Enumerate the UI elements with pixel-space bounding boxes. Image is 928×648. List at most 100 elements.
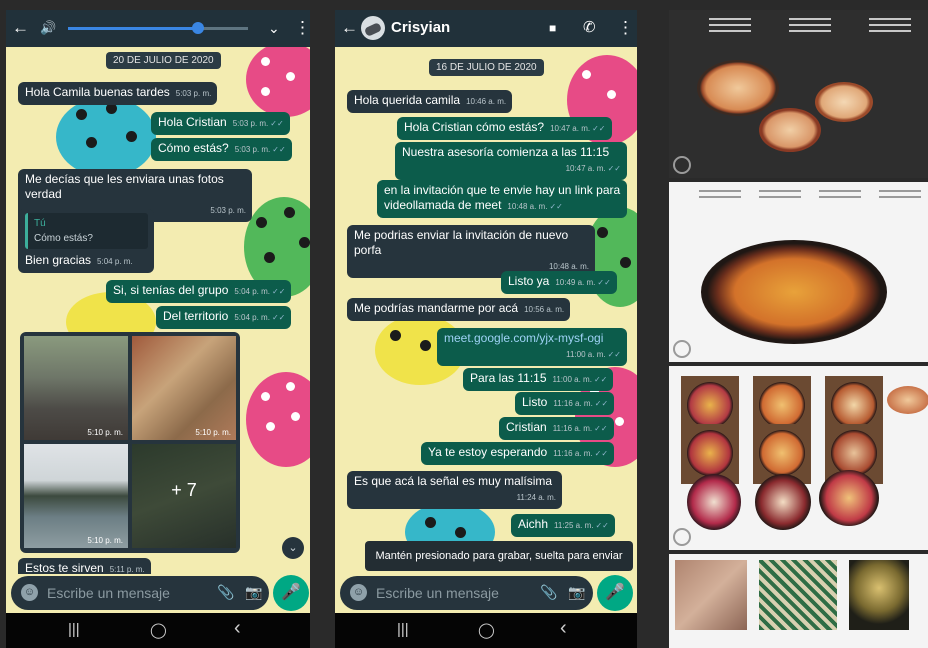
menu-icon[interactable]: ⋮ — [617, 18, 634, 38]
volume-slider[interactable] — [68, 22, 248, 34]
bowl-photo — [697, 60, 779, 116]
message-bubble[interactable]: Ya te estoy esperando 11:16 a. m. ✓✓ — [421, 442, 615, 465]
contact-name[interactable]: Crisyian — [391, 19, 450, 36]
volume-icon[interactable]: 🔊 — [40, 18, 56, 38]
zoom-icon[interactable] — [673, 156, 691, 174]
photo-album[interactable]: 5:10 p. m. 5:10 p. m. 5:10 p. m. + 7 — [20, 332, 240, 553]
voice-call-icon[interactable]: ✆ — [583, 18, 596, 38]
bowl-photo — [815, 82, 873, 122]
message-text: Hola querida camila — [354, 93, 461, 107]
message-time: 10:56 a. m. — [524, 305, 565, 314]
nav-back-icon[interactable]: ‹ — [560, 617, 567, 640]
android-nav-bar: ||| ◯ ‹ — [335, 613, 637, 648]
meet-link[interactable]: meet.google.com/yjx-mysf-ogi — [444, 331, 603, 345]
read-receipt-icon: ✓✓ — [594, 449, 609, 458]
quote-author: Tú — [34, 218, 46, 229]
message-bubble[interactable]: Nuestra asesoría comienza a las 11:15 10:… — [395, 142, 627, 180]
quoted-reply[interactable]: Tú Cómo estás? — [25, 213, 148, 249]
message-time: 10:48 a. m. — [548, 262, 589, 271]
emoji-icon[interactable]: ☺ — [21, 584, 38, 601]
date-chip: 20 DE JULIO DE 2020 — [106, 52, 221, 69]
ladybug-decoration — [246, 372, 310, 467]
message-text: en la invitación que te envie hay un lin… — [384, 183, 621, 212]
phone-screen-1: ← 🔊 ⌄ ⋮ 20 DE JULIO DE 2020 Hola Camila … — [6, 10, 310, 648]
nav-back-icon[interactable]: ‹ — [234, 617, 241, 640]
recents-icon[interactable]: ||| — [68, 621, 80, 638]
message-bubble[interactable]: Cristian 11:16 a. m. ✓✓ — [499, 417, 614, 440]
contact-avatar[interactable] — [361, 16, 385, 40]
message-time: 10:47 a. m. — [550, 124, 591, 133]
message-bubble[interactable]: Hola Cristian 5:03 p. m. ✓✓ — [151, 112, 290, 135]
message-text: Me podrias enviar la invitación de nuevo… — [354, 228, 569, 257]
chevron-down-icon[interactable]: ⌄ — [268, 18, 280, 38]
zoom-icon[interactable] — [673, 340, 691, 358]
album-photo[interactable]: 5:10 p. m. — [24, 336, 128, 440]
back-arrow-icon[interactable]: ← — [341, 18, 358, 38]
message-input-bar[interactable]: ☺ Escribe un mensaje 📎 📷 — [340, 576, 593, 610]
ladybug-decoration — [56, 97, 156, 177]
message-bubble[interactable]: Hola querida camila 10:46 a. m. — [347, 90, 513, 113]
zoom-icon[interactable] — [673, 528, 691, 546]
message-text: Bien gracias — [25, 253, 92, 267]
camera-icon[interactable]: 📷 — [245, 584, 262, 601]
android-nav-bar: ||| ◯ ‹ — [6, 613, 310, 648]
emoji-icon[interactable]: ☺ — [350, 584, 367, 601]
message-bubble[interactable]: Es que acá la señal es muy malísima 11:24… — [347, 471, 562, 509]
message-time: 5:11 p. m. — [109, 565, 145, 574]
message-text: Ya te estoy esperando — [428, 445, 548, 459]
album-photo[interactable]: 5:10 p. m. — [24, 444, 128, 548]
message-bubble[interactable]: Estos te sirven 5:11 p. m. — [18, 558, 151, 574]
attach-icon[interactable]: 📎 — [217, 584, 234, 601]
message-time: 5:03 p. m. — [210, 206, 246, 215]
chat-area[interactable]: 20 DE JULIO DE 2020 Hola Camila buenas t… — [6, 47, 310, 574]
message-bubble[interactable]: Tú Cómo estás? Bien gracias 5:04 p. m. — [18, 209, 154, 273]
message-bubble[interactable]: Hola Cristian cómo estás? 10:47 a. m. ✓✓ — [397, 117, 612, 140]
message-text: Me podrías mandarme por acá — [354, 301, 519, 315]
message-bubble[interactable]: Cómo estás? 5:03 p. m. ✓✓ — [151, 138, 292, 161]
message-time: 5:04 p. m. — [234, 287, 270, 296]
message-bubble[interactable]: Del territorio 5:04 p. m. ✓✓ — [156, 306, 292, 329]
message-time: 11:00 a. m. — [552, 375, 592, 384]
message-bubble[interactable]: Listo ya 10:49 a. m. ✓✓ — [501, 271, 617, 294]
message-text: Hola Cristian — [158, 115, 227, 129]
album-photo[interactable]: 5:10 p. m. — [132, 336, 236, 440]
message-time: 11:16 a. m. — [552, 424, 593, 433]
chat-area[interactable]: 16 DE JULIO DE 2020 Hola querida camila 1… — [335, 47, 637, 574]
message-input[interactable]: Escribe un mensaje — [47, 585, 170, 601]
message-time: 11:16 a. m. — [553, 449, 593, 458]
menu-icon[interactable]: ⋮ — [294, 18, 310, 38]
weave-photo — [849, 560, 909, 630]
recents-icon[interactable]: ||| — [397, 621, 409, 638]
volume-slider-knob[interactable] — [191, 22, 204, 34]
microphone-button[interactable]: 🎤 — [273, 575, 309, 611]
microphone-icon: 🎤 — [605, 584, 625, 601]
message-input-bar[interactable]: ☺ Escribe un mensaje 📎 📷 — [11, 576, 269, 610]
camera-icon[interactable]: 📷 — [568, 584, 585, 601]
message-bubble[interactable]: Me podrías mandarme por acá 10:56 a. m. — [347, 298, 571, 321]
back-arrow-icon[interactable]: ← — [12, 18, 29, 38]
message-text: Hola Camila buenas tardes — [25, 85, 170, 99]
message-bubble[interactable]: en la invitación que te envie hay un lin… — [377, 180, 627, 218]
microphone-icon: 🎤 — [281, 584, 301, 601]
catalog-page-bowl-grid — [669, 366, 928, 550]
microphone-button[interactable]: 🎤 — [597, 575, 633, 611]
message-time: 10:46 a. m. — [466, 97, 507, 106]
scroll-down-button[interactable]: ⌄ — [282, 537, 304, 559]
message-bubble[interactable]: Si, si tenías del grupo 5:04 p. m. ✓✓ — [106, 280, 292, 303]
message-bubble[interactable]: Para las 11:15 11:00 a. m. ✓✓ — [463, 368, 614, 391]
message-text: Cristian — [506, 420, 547, 434]
home-icon[interactable]: ◯ — [478, 621, 495, 639]
video-call-icon[interactable]: ■ — [549, 18, 556, 38]
message-bubble[interactable]: Hola Camila buenas tardes 5:03 p. m. — [18, 82, 218, 105]
bowl-photo — [759, 108, 821, 152]
message-bubble[interactable]: Listo 11:16 a. m. ✓✓ — [515, 392, 615, 415]
read-receipt-icon: ✓✓ — [597, 278, 611, 287]
catalog-page-round-bowl — [669, 182, 928, 362]
message-bubble[interactable]: meet.google.com/yjx-mysf-ogi 11:00 a. m. ✓… — [437, 328, 627, 366]
attach-icon[interactable]: 📎 — [540, 584, 557, 601]
more-photos-count: + 7 — [171, 480, 197, 500]
album-photo-more[interactable]: + 7 — [132, 444, 236, 548]
home-icon[interactable]: ◯ — [150, 621, 167, 639]
message-bubble[interactable]: Aichh 11:25 a. m. ✓✓ — [511, 514, 615, 537]
message-input[interactable]: Escribe un mensaje — [376, 585, 499, 601]
